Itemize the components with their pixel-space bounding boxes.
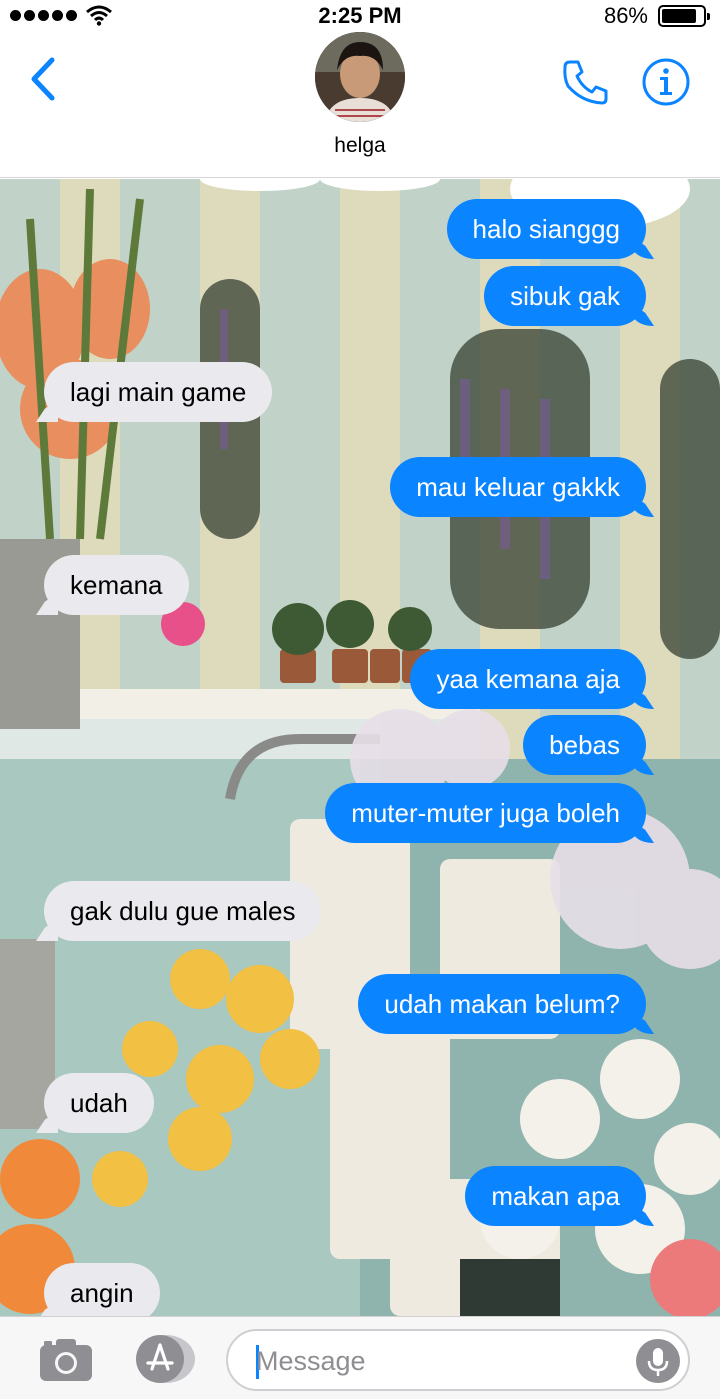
- message-thread[interactable]: halo sianggg sibuk gak lagi main game mau k…: [0, 179, 720, 1316]
- message-input[interactable]: [256, 1343, 616, 1379]
- microphone-icon[interactable]: [636, 1339, 680, 1383]
- chevron-left-icon[interactable]: [24, 54, 64, 104]
- received-message-bubble[interactable]: kemana: [44, 555, 189, 615]
- received-message-bubble[interactable]: angin: [44, 1263, 160, 1316]
- phone-icon[interactable]: [560, 56, 612, 108]
- sent-message-bubble[interactable]: sibuk gak: [484, 266, 646, 326]
- received-message-bubble[interactable]: gak dulu gue males: [44, 881, 322, 941]
- sent-message-bubble[interactable]: mau keluar gakkk: [390, 457, 646, 517]
- sent-message-bubble[interactable]: makan apa: [465, 1166, 646, 1226]
- camera-icon[interactable]: [38, 1337, 94, 1383]
- app-store-icon[interactable]: [130, 1333, 196, 1385]
- compose-bar: [0, 1316, 720, 1399]
- received-message-bubble[interactable]: lagi main game: [44, 362, 273, 422]
- contact-avatar[interactable]: [315, 32, 405, 122]
- sent-message-bubble[interactable]: udah makan belum?: [358, 974, 646, 1034]
- sent-message-bubble[interactable]: muter-muter juga boleh: [325, 783, 646, 843]
- info-icon[interactable]: [640, 56, 692, 108]
- contact-name[interactable]: helga: [0, 134, 720, 158]
- received-message-bubble[interactable]: udah: [44, 1073, 154, 1133]
- sent-message-bubble[interactable]: yaa kemana aja: [410, 649, 646, 709]
- message-input-field[interactable]: [226, 1329, 690, 1391]
- sent-message-bubble[interactable]: halo sianggg: [446, 199, 646, 259]
- battery-icon: [658, 5, 710, 27]
- conversation-header: helga: [0, 32, 720, 178]
- sent-message-bubble[interactable]: bebas: [523, 715, 646, 775]
- status-bar: 2:25 PM 86%: [0, 0, 720, 32]
- battery-percent: 86%: [603, 3, 648, 28]
